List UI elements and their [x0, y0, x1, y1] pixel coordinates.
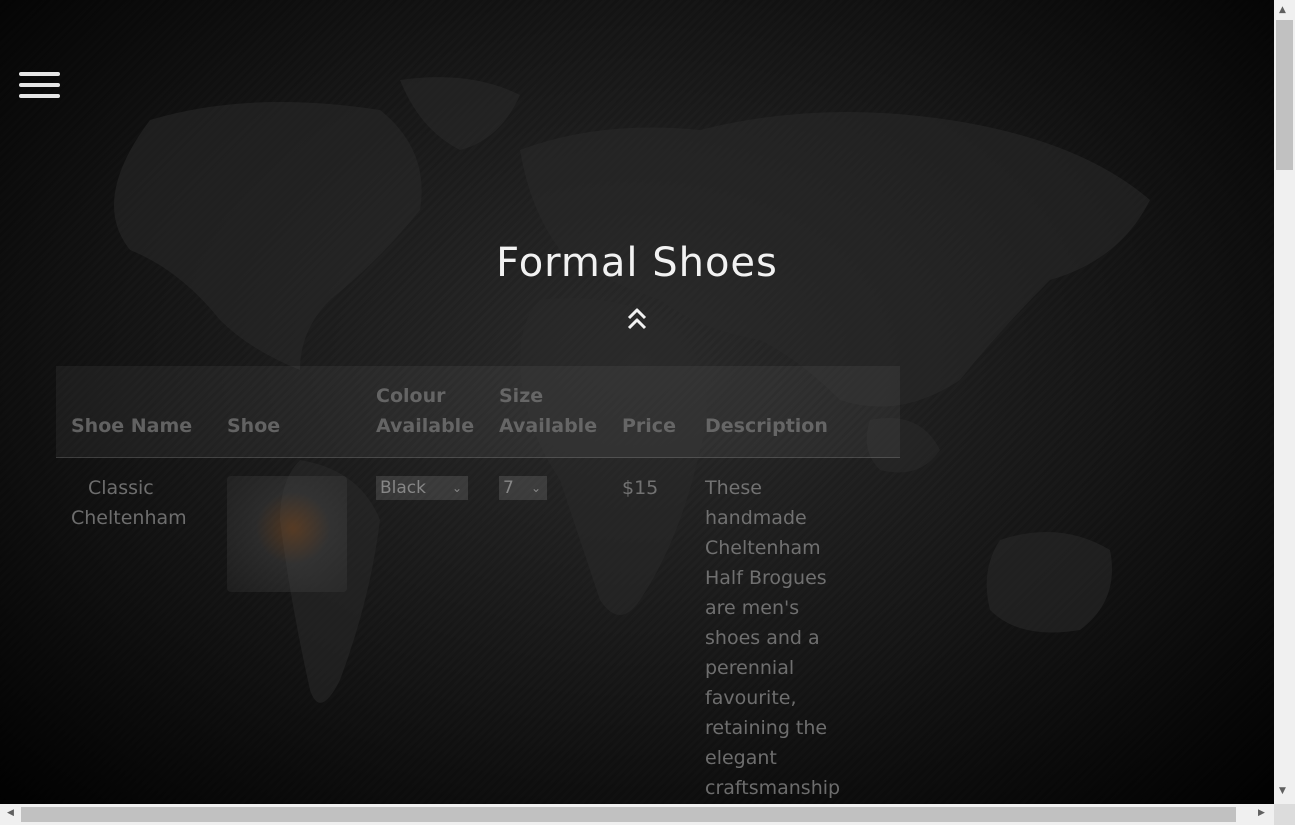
vertical-scrollbar-thumb[interactable] — [1276, 20, 1293, 170]
row-description-line: These — [705, 477, 762, 499]
menu-bar — [19, 94, 60, 98]
table-header: Shoe Name Shoe Colour Available Size Ava… — [56, 366, 900, 458]
menu-bar — [19, 72, 60, 76]
scroll-up-arrow-icon[interactable]: ▲ — [1279, 5, 1286, 15]
row-description-line: favourite, — [705, 687, 797, 709]
row-shoe-name-line2: Cheltenham — [71, 507, 187, 529]
header-shoe-name: Shoe Name — [71, 415, 193, 437]
row-price: $15 — [622, 477, 659, 499]
row-description-line: shoes and a — [705, 627, 820, 649]
header-price: Price — [622, 415, 676, 437]
page-viewport: Formal Shoes Shoe Name Shoe Colour Avail… — [0, 0, 1274, 804]
row-description-line: handmade — [705, 507, 807, 529]
row-description-line: craftsmanship — [705, 777, 841, 799]
header-size-line2: Available — [499, 415, 598, 437]
header-description: Description — [705, 415, 828, 437]
menu-bar — [19, 83, 60, 87]
scroll-down-arrow-icon[interactable]: ▼ — [1279, 786, 1286, 796]
vertical-scrollbar[interactable]: ▲ ▼ — [1274, 0, 1295, 804]
menu-icon[interactable] — [19, 72, 60, 102]
chevron-down-icon: ⌄ — [530, 481, 541, 495]
colour-select-value: Black — [380, 478, 426, 498]
horizontal-scrollbar-thumb[interactable] — [21, 807, 1236, 822]
scrollbar-corner — [1274, 804, 1295, 825]
page-title: Formal Shoes — [496, 240, 778, 286]
shoe-image — [227, 476, 347, 592]
row-description-line: Half Brogues — [705, 567, 827, 589]
header-colour-line2: Available — [376, 415, 475, 437]
scroll-right-arrow-icon[interactable]: ▶ — [1258, 808, 1265, 818]
size-select-value: 7 — [503, 478, 514, 498]
horizontal-scrollbar[interactable]: ◀ ▶ — [0, 804, 1274, 825]
shoes-table: Shoe Name Shoe Colour Available Size Ava… — [56, 366, 900, 799]
double-chevron-up-icon[interactable] — [625, 306, 649, 332]
colour-select[interactable]: Black ⌄ — [376, 476, 468, 500]
row-description-line: perennial — [705, 657, 795, 679]
size-select[interactable]: 7 ⌄ — [499, 476, 547, 500]
scroll-left-arrow-icon[interactable]: ◀ — [7, 808, 14, 818]
row-shoe-name-line1: Classic — [88, 477, 154, 499]
row-description-line: retaining the — [705, 717, 828, 739]
row-description-line: are men's — [705, 597, 800, 619]
header-colour-line1: Colour — [376, 385, 446, 407]
header-shoe: Shoe — [227, 415, 281, 437]
row-description-line: elegant — [705, 747, 777, 769]
row-description-line: Cheltenham — [705, 537, 821, 559]
header-size-line1: Size — [499, 385, 544, 407]
chevron-down-icon: ⌄ — [451, 481, 462, 495]
